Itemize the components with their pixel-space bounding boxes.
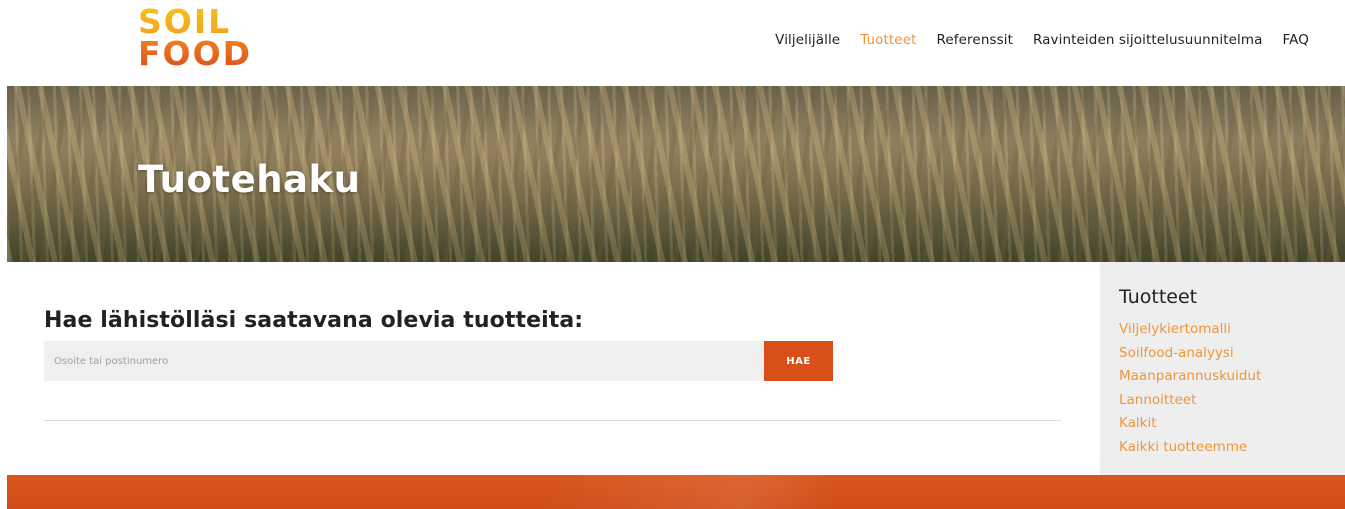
nav-item-viljelijalle[interactable]: Viljelijälle xyxy=(775,32,840,48)
search-form: HAE xyxy=(44,341,833,381)
nav-item-referenssit[interactable]: Referenssit xyxy=(937,32,1013,48)
hero-banner: Tuotehaku xyxy=(7,86,1345,262)
logo-line-2: FOOD xyxy=(138,37,258,70)
address-search-input[interactable] xyxy=(44,341,764,381)
search-heading: Hae lähistölläsi saatavana olevia tuotte… xyxy=(44,308,584,333)
search-button[interactable]: HAE xyxy=(764,341,833,381)
content-divider xyxy=(44,420,1062,421)
main-nav: Viljelijälle Tuotteet Referenssit Ravint… xyxy=(775,32,1309,48)
footer-band xyxy=(7,475,1345,509)
page-title: Tuotehaku xyxy=(138,158,361,201)
nav-item-faq[interactable]: FAQ xyxy=(1283,32,1309,48)
products-sidebar: Tuotteet Viljelykiertomalli Soilfood-ana… xyxy=(1100,262,1345,475)
sidebar-link-kaikki-tuotteemme[interactable]: Kaikki tuotteemme xyxy=(1119,436,1345,460)
sidebar-title: Tuotteet xyxy=(1119,286,1198,308)
sidebar-link-maanparannuskuidut[interactable]: Maanparannuskuidut xyxy=(1119,365,1345,389)
sidebar-link-list: Viljelykiertomalli Soilfood-analyysi Maa… xyxy=(1119,318,1345,459)
site-header: SOIL FOOD Viljelijälle Tuotteet Referens… xyxy=(0,0,1345,86)
sidebar-link-kalkit[interactable]: Kalkit xyxy=(1119,412,1345,436)
nav-item-ravinteiden-sijoittelusuunnitelma[interactable]: Ravinteiden sijoittelusuunnitelma xyxy=(1033,32,1263,48)
soilfood-logo[interactable]: SOIL FOOD xyxy=(138,5,258,76)
sidebar-link-soilfood-analyysi[interactable]: Soilfood-analyysi xyxy=(1119,342,1345,366)
nav-item-tuotteet[interactable]: Tuotteet xyxy=(860,32,916,48)
sidebar-link-lannoitteet[interactable]: Lannoitteet xyxy=(1119,389,1345,413)
sidebar-link-viljelykiertomalli[interactable]: Viljelykiertomalli xyxy=(1119,318,1345,342)
